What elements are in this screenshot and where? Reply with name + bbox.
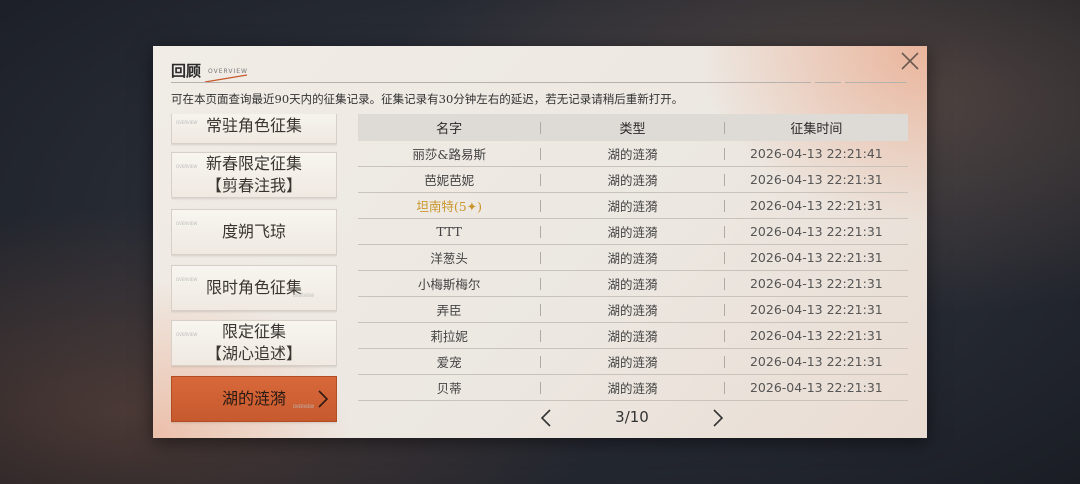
table-row: 小梅斯梅尔 湖的涟漪 2026-04-13 22:21:31 (358, 271, 908, 297)
banner-deco-overview: OVERVIEW (292, 404, 314, 409)
banner-deco-overview: OVERVIEW (292, 293, 314, 298)
cell-type: 湖的涟漪 (607, 173, 658, 188)
cell-time: 2026-04-13 22:21:41 (749, 146, 883, 161)
table-row: 坦南特(5✦) 湖的涟漪 2026-04-13 22:21:31 (358, 193, 908, 219)
banner-item-spring[interactable]: OVERVIEW 新春限定征集 【剪春注我】 (171, 152, 337, 198)
banner-item-standard[interactable]: OVERVIEW 常驻角色征集 (171, 114, 337, 144)
table-row: 莉拉妮 湖的涟漪 2026-04-13 22:21:31 (358, 323, 908, 349)
cell-name: 丽莎&路易斯 (412, 147, 486, 162)
cell-type: 湖的涟漪 (607, 251, 658, 266)
cell-time: 2026-04-13 22:21:31 (749, 198, 883, 213)
dialog-title: 回顾 (171, 62, 202, 80)
chevron-left-icon[interactable] (540, 409, 552, 427)
table-row: 弄臣 湖的涟漪 2026-04-13 22:21:31 (358, 297, 908, 323)
cell-type: 湖的涟漪 (607, 277, 658, 292)
close-button[interactable] (899, 50, 921, 72)
cell-time: 2026-04-13 22:21:31 (749, 276, 883, 291)
cell-time: 2026-04-13 22:21:31 (749, 328, 883, 343)
cell-type: 湖的涟漪 (607, 303, 658, 318)
cell-name: 莉拉妮 (430, 329, 468, 344)
cell-type: 湖的涟漪 (607, 329, 658, 344)
history-dialog: 回顾 OVERVIEW 可在本页面查询最近90天内的征集记录。征集记录有30分钟… (153, 46, 927, 438)
table-row: 芭妮芭妮 湖的涟漪 2026-04-13 22:21:31 (358, 167, 908, 193)
cell-time: 2026-04-13 22:21:31 (749, 172, 883, 187)
header-time: 征集时间 (790, 122, 843, 137)
title-divider-short (815, 82, 841, 83)
title-divider-end (845, 82, 907, 83)
banner-deco: OVERVIEW (176, 221, 198, 226)
cell-type: 湖的涟漪 (607, 225, 658, 240)
table-row: 贝蒂 湖的涟漪 2026-04-13 22:21:31 (358, 375, 908, 401)
banner-deco: OVERVIEW (176, 277, 198, 282)
banner-label: 度朔飞琼 (221, 222, 286, 241)
banner-item-lake-ripple[interactable]: OVERVIEW 湖的涟漪 (171, 376, 337, 422)
close-icon (901, 52, 919, 70)
cell-name: 弄臣 (436, 303, 462, 318)
cell-type: 湖的涟漪 (607, 199, 658, 214)
banner-label: 常驻角色征集 (205, 116, 302, 135)
notice-text: 可在本页面查询最近90天内的征集记录。征集记录有30分钟左右的延迟，若无记录请稍… (171, 92, 684, 106)
header-type: 类型 (619, 122, 646, 137)
banner-deco: OVERVIEW (176, 164, 198, 169)
cell-time: 2026-04-13 22:21:31 (749, 380, 883, 395)
chevron-right-icon (318, 390, 328, 408)
banner-item-duoshuo[interactable]: OVERVIEW 度朔飞琼 (171, 209, 337, 255)
banner-item-limited-character[interactable]: OVERVIEW OVERVIEW 限时角色征集 (171, 265, 337, 311)
banner-label: 湖的涟漪 (221, 389, 286, 408)
banner-list[interactable]: OVERVIEW 常驻角色征集 OVERVIEW 新春限定征集 【剪春注我】 O… (171, 114, 337, 426)
cell-name: 坦南特(5✦) (416, 199, 483, 214)
cell-type: 湖的涟漪 (607, 381, 658, 396)
cell-name: 芭妮芭妮 (424, 173, 475, 188)
cell-type: 湖的涟漪 (607, 355, 658, 370)
table-body: 丽莎&路易斯 湖的涟漪 2026-04-13 22:21:41 芭妮芭妮 湖的涟漪 202… (358, 141, 908, 401)
header-name: 名字 (436, 122, 463, 137)
table-row: 洋葱头 湖的涟漪 2026-04-13 22:21:31 (358, 245, 908, 271)
chevron-right-icon[interactable] (712, 409, 724, 427)
records-table: 名字 类型 征集时间 丽莎&路易斯 湖的涟漪 2026-04-13 22:21:41… (358, 114, 908, 401)
pagination: 3/10 (358, 404, 908, 432)
banner-deco: OVERVIEW (176, 120, 198, 125)
title-divider (171, 82, 811, 83)
table-row: 爱宠 湖的涟漪 2026-04-13 22:21:31 (358, 349, 908, 375)
cell-type: 湖的涟漪 (607, 147, 658, 162)
cell-name: TTT (436, 224, 462, 239)
banner-deco: OVERVIEW (176, 332, 198, 337)
cell-name: 小梅斯梅尔 (417, 277, 481, 292)
cell-time: 2026-04-13 22:21:31 (749, 224, 883, 239)
banner-label: 新春限定征集 【剪春注我】 (205, 154, 302, 195)
banner-label: 限时角色征集 (205, 278, 302, 297)
banner-item-lake-heart[interactable]: OVERVIEW 限定征集 【湖心追述】 (171, 320, 337, 366)
page-indicator: 3/10 (615, 408, 649, 426)
cell-time: 2026-04-13 22:21:31 (749, 354, 883, 369)
table-header: 名字 类型 征集时间 (358, 114, 908, 141)
table-row: 丽莎&路易斯 湖的涟漪 2026-04-13 22:21:41 (358, 141, 908, 167)
table-row: TTT 湖的涟漪 2026-04-13 22:21:31 (358, 219, 908, 245)
banner-label: 限定征集 【湖心追述】 (205, 322, 302, 363)
cell-time: 2026-04-13 22:21:31 (749, 250, 883, 265)
cell-name: 爱宠 (436, 355, 462, 370)
cell-name: 贝蒂 (436, 381, 462, 396)
cell-time: 2026-04-13 22:21:31 (749, 302, 883, 317)
cell-name: 洋葱头 (430, 251, 468, 266)
